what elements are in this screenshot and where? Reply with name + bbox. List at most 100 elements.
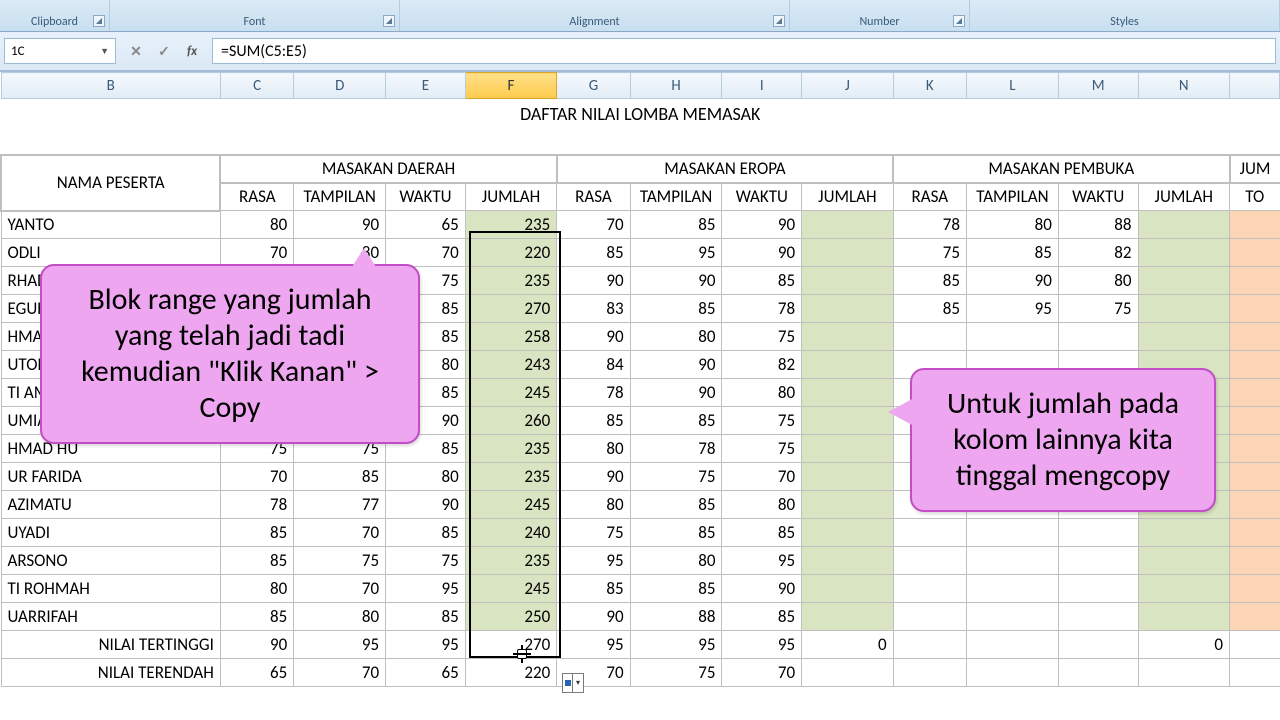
- data-cell[interactable]: 90: [967, 267, 1059, 295]
- autofill-options-button[interactable]: ▾: [562, 673, 584, 693]
- data-cell[interactable]: [1138, 211, 1230, 239]
- summary-cell[interactable]: 70: [294, 659, 386, 687]
- data-cell[interactable]: 95: [557, 547, 630, 575]
- data-cell[interactable]: 85: [722, 519, 802, 547]
- data-cell[interactable]: 85: [893, 295, 966, 323]
- summary-cell[interactable]: 90: [220, 631, 293, 659]
- data-cell[interactable]: 75: [722, 435, 802, 463]
- summary-cell[interactable]: 75: [630, 659, 722, 687]
- data-cell[interactable]: [967, 519, 1059, 547]
- data-cell[interactable]: 75: [557, 519, 630, 547]
- data-cell[interactable]: 85: [294, 463, 386, 491]
- data-cell[interactable]: 85: [630, 491, 722, 519]
- enter-icon[interactable]: ✓: [154, 41, 174, 61]
- data-cell[interactable]: [802, 519, 894, 547]
- data-cell[interactable]: 95: [386, 575, 466, 603]
- data-cell[interactable]: 85: [557, 239, 630, 267]
- data-cell[interactable]: [967, 603, 1059, 631]
- data-cell[interactable]: 75: [1058, 295, 1138, 323]
- dialog-launcher-icon[interactable]: ◢: [93, 15, 105, 27]
- col-header[interactable]: J: [802, 73, 894, 99]
- data-cell[interactable]: 250: [465, 603, 557, 631]
- data-cell[interactable]: 83: [557, 295, 630, 323]
- data-cell[interactable]: 77: [294, 491, 386, 519]
- summary-cell[interactable]: 95: [294, 631, 386, 659]
- data-cell[interactable]: 85: [220, 519, 293, 547]
- col-header[interactable]: N: [1138, 73, 1230, 99]
- summary-cell[interactable]: 95: [557, 631, 630, 659]
- data-cell[interactable]: 90: [386, 491, 466, 519]
- data-cell[interactable]: [1230, 463, 1280, 491]
- data-cell[interactable]: 75: [893, 239, 966, 267]
- col-header[interactable]: L: [967, 73, 1059, 99]
- data-cell[interactable]: 90: [557, 267, 630, 295]
- data-cell[interactable]: [967, 575, 1059, 603]
- data-cell[interactable]: 220: [465, 239, 557, 267]
- data-cell[interactable]: 75: [722, 407, 802, 435]
- data-cell[interactable]: 80: [557, 435, 630, 463]
- data-cell[interactable]: [893, 547, 966, 575]
- data-cell[interactable]: 90: [722, 211, 802, 239]
- data-cell[interactable]: 78: [630, 435, 722, 463]
- data-cell[interactable]: [1230, 351, 1280, 379]
- data-cell[interactable]: [1138, 267, 1230, 295]
- summary-cell[interactable]: 95: [630, 631, 722, 659]
- data-cell[interactable]: YANTO: [1, 211, 220, 239]
- data-cell[interactable]: TI ROHMAH: [1, 575, 220, 603]
- data-cell[interactable]: 80: [630, 547, 722, 575]
- data-cell[interactable]: 245: [465, 575, 557, 603]
- data-cell[interactable]: [1230, 295, 1280, 323]
- summary-cell[interactable]: 95: [722, 631, 802, 659]
- data-cell[interactable]: [802, 547, 894, 575]
- data-cell[interactable]: 80: [220, 211, 293, 239]
- data-cell[interactable]: 235: [465, 267, 557, 295]
- data-cell[interactable]: [1138, 575, 1230, 603]
- data-cell[interactable]: 245: [465, 491, 557, 519]
- data-cell[interactable]: [1230, 407, 1280, 435]
- data-cell[interactable]: 82: [1058, 239, 1138, 267]
- data-cell[interactable]: 78: [893, 211, 966, 239]
- summary-cell[interactable]: 220: [465, 659, 557, 687]
- data-cell[interactable]: [802, 463, 894, 491]
- summary-cell[interactable]: 0: [802, 631, 894, 659]
- data-cell[interactable]: [802, 379, 894, 407]
- data-cell[interactable]: 85: [557, 407, 630, 435]
- data-cell[interactable]: [893, 519, 966, 547]
- data-cell[interactable]: [802, 351, 894, 379]
- data-cell[interactable]: 90: [630, 267, 722, 295]
- data-cell[interactable]: 235: [465, 211, 557, 239]
- data-cell[interactable]: 70: [220, 463, 293, 491]
- data-cell[interactable]: 80: [220, 575, 293, 603]
- data-cell[interactable]: [1138, 547, 1230, 575]
- data-cell[interactable]: 260: [465, 407, 557, 435]
- data-cell[interactable]: [1230, 379, 1280, 407]
- data-cell[interactable]: 85: [630, 211, 722, 239]
- data-cell[interactable]: UR FARIDA: [1, 463, 220, 491]
- data-cell[interactable]: 65: [386, 211, 466, 239]
- data-cell[interactable]: 78: [557, 379, 630, 407]
- data-cell[interactable]: 70: [722, 463, 802, 491]
- data-cell[interactable]: 245: [465, 379, 557, 407]
- data-cell[interactable]: [967, 323, 1059, 351]
- data-cell[interactable]: 258: [465, 323, 557, 351]
- data-cell[interactable]: 85: [386, 603, 466, 631]
- data-cell[interactable]: [967, 547, 1059, 575]
- data-cell[interactable]: 88: [1058, 211, 1138, 239]
- data-cell[interactable]: 80: [630, 323, 722, 351]
- data-cell[interactable]: 85: [967, 239, 1059, 267]
- data-cell[interactable]: 85: [630, 407, 722, 435]
- data-cell[interactable]: 240: [465, 519, 557, 547]
- data-cell[interactable]: [1138, 603, 1230, 631]
- data-cell[interactable]: 88: [630, 603, 722, 631]
- data-cell[interactable]: 80: [294, 603, 386, 631]
- data-cell[interactable]: [893, 575, 966, 603]
- data-cell[interactable]: 85: [557, 575, 630, 603]
- data-cell[interactable]: 90: [557, 463, 630, 491]
- data-cell[interactable]: 85: [630, 295, 722, 323]
- data-cell[interactable]: 235: [465, 463, 557, 491]
- data-cell[interactable]: [802, 295, 894, 323]
- data-cell[interactable]: 85: [220, 603, 293, 631]
- data-cell[interactable]: [893, 323, 966, 351]
- summary-cell[interactable]: [967, 659, 1059, 687]
- data-cell[interactable]: [1058, 575, 1138, 603]
